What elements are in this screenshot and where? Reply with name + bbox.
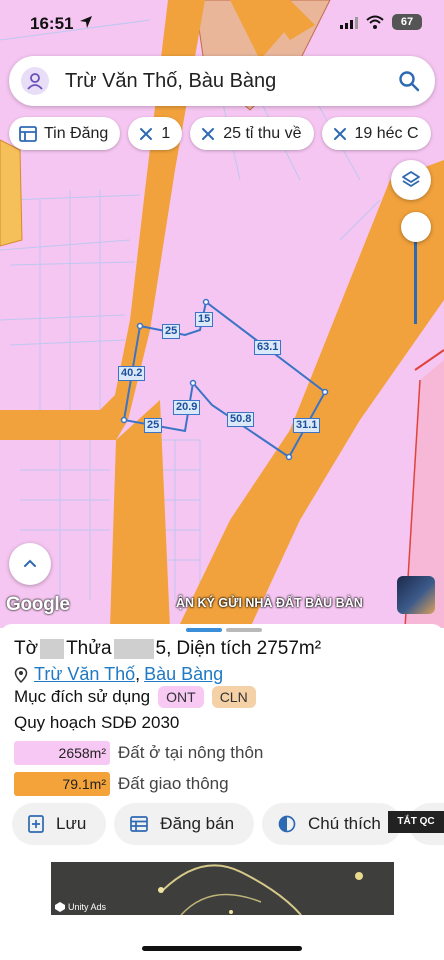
legend-button-label: Chú thích bbox=[308, 814, 381, 833]
unity-ads-badge: Unity Ads bbox=[55, 902, 106, 912]
parcel-info-panel: Tờ Thửa 5, Diện tích 2757m² Trừ Văn Thố … bbox=[0, 624, 444, 854]
sheet-label: Tờ bbox=[14, 638, 39, 659]
status-bar: 16:51 67 bbox=[0, 0, 444, 48]
segment-length-label: 31.1 bbox=[293, 418, 321, 433]
legend-button[interactable]: Chú thích bbox=[262, 803, 401, 845]
contrast-icon bbox=[278, 815, 296, 833]
map-banner-text: ẬN KÝ GỬI NHÀ ĐẤT BÀU BÀN bbox=[176, 596, 363, 610]
page-dot bbox=[226, 628, 262, 632]
page-dot-active bbox=[186, 628, 222, 632]
land-use-row: Mục đích sử dụng ONT CLN bbox=[14, 686, 256, 708]
avatar[interactable] bbox=[21, 67, 49, 95]
post-sale-label: Đăng bán bbox=[160, 814, 235, 833]
unity-ads-label: Unity Ads bbox=[68, 902, 107, 912]
legend-swatch: 79.1m² bbox=[14, 772, 110, 796]
sparkle-icon bbox=[333, 127, 346, 140]
bookmark-add-icon bbox=[28, 815, 44, 833]
legend-label: Đất ở tại nông thôn bbox=[118, 743, 264, 762]
chip-filter[interactable]: 1 bbox=[128, 117, 183, 150]
land-use-label: Mục đích sử dụng bbox=[14, 687, 151, 706]
save-button[interactable]: Lưu bbox=[12, 803, 107, 845]
legend-item: 79.1m² Đất giao thông bbox=[14, 772, 229, 796]
chip-label: Tin Đăng bbox=[44, 124, 109, 142]
page-indicator bbox=[186, 628, 262, 632]
sparkle-icon bbox=[202, 127, 215, 140]
lot-label: Thửa bbox=[66, 638, 112, 659]
chip-label: 1 bbox=[161, 124, 171, 142]
opacity-slider-track[interactable] bbox=[414, 228, 417, 324]
legend-swatch: 2658m² bbox=[14, 741, 110, 765]
unity-logo-icon bbox=[55, 902, 65, 912]
location-pin-icon bbox=[14, 666, 28, 683]
land-use-tag: CLN bbox=[211, 686, 256, 708]
save-button-label: Lưu bbox=[56, 814, 87, 833]
ad-area: Unity Ads bbox=[0, 854, 444, 960]
street-link[interactable]: Trừ Văn Thố bbox=[34, 664, 135, 685]
chip-filter[interactable]: 19 héc C bbox=[321, 117, 431, 150]
segment-length-label: 15 bbox=[195, 312, 214, 327]
search-bar[interactable]: Trừ Văn Thố, Bàu Bàng bbox=[9, 56, 435, 106]
segment-length-label: 20.9 bbox=[173, 400, 201, 415]
planning-title: Quy hoạch SDĐ 2030 bbox=[14, 713, 180, 732]
sparkle-icon bbox=[140, 127, 153, 140]
redacted-value bbox=[40, 639, 65, 659]
parcel-title: Tờ Thửa 5, Diện tích 2757m² bbox=[14, 638, 321, 660]
chevron-up-icon bbox=[24, 559, 36, 567]
home-indicator bbox=[142, 946, 302, 951]
table-icon bbox=[19, 125, 37, 142]
hide-ads-button[interactable]: TẮT QC bbox=[388, 811, 444, 833]
chip-listings[interactable]: Tin Đăng bbox=[9, 117, 121, 150]
redacted-value bbox=[113, 639, 154, 659]
wifi-icon bbox=[366, 15, 384, 29]
filter-chips: Tin Đăng 1 25 tỉ thu về 19 héc C bbox=[9, 117, 431, 151]
user-icon bbox=[27, 73, 43, 90]
ad-banner[interactable]: Unity Ads bbox=[51, 862, 394, 915]
table-icon bbox=[130, 816, 149, 832]
segment-length-label: 40.2 bbox=[118, 366, 146, 381]
segment-length-label: 25 bbox=[144, 418, 163, 433]
location-arrow-icon bbox=[80, 16, 92, 28]
chip-filter[interactable]: 25 tỉ thu về bbox=[190, 117, 314, 150]
segment-length-label: 50.8 bbox=[227, 412, 255, 427]
area-label: Diện tích 2757m² bbox=[176, 638, 322, 659]
battery-indicator: 67 bbox=[392, 14, 422, 30]
district-link[interactable]: Bàu Bàng bbox=[144, 664, 223, 685]
chip-label: 19 héc C bbox=[354, 124, 419, 142]
layers-button[interactable] bbox=[391, 160, 431, 200]
search-icon[interactable] bbox=[397, 69, 421, 93]
action-buttons: Lưu Đăng bán Chú thích bbox=[12, 803, 444, 845]
legend-label: Đất giao thông bbox=[118, 774, 229, 793]
legend-item: 2658m² Đất ở tại nông thôn bbox=[14, 741, 263, 765]
land-use-tag: ONT bbox=[158, 686, 204, 708]
lot-suffix: 5, bbox=[155, 638, 172, 659]
agent-avatar-thumbnail[interactable] bbox=[397, 576, 435, 614]
segment-length-label: 63.1 bbox=[254, 340, 282, 355]
layers-icon bbox=[402, 171, 420, 187]
chip-label: 25 tỉ thu về bbox=[223, 124, 302, 142]
status-time: 16:51 bbox=[30, 14, 74, 33]
segment-length-label: 25 bbox=[162, 324, 181, 339]
signal-icon bbox=[340, 17, 358, 29]
address-row: Trừ Văn Thố , Bàu Bàng bbox=[14, 664, 223, 685]
expand-up-button[interactable] bbox=[9, 543, 51, 585]
google-logo: Google bbox=[6, 594, 70, 615]
post-sale-button[interactable]: Đăng bán bbox=[114, 803, 255, 845]
search-input[interactable]: Trừ Văn Thố, Bàu Bàng bbox=[65, 70, 397, 93]
opacity-slider-handle[interactable] bbox=[401, 212, 431, 242]
